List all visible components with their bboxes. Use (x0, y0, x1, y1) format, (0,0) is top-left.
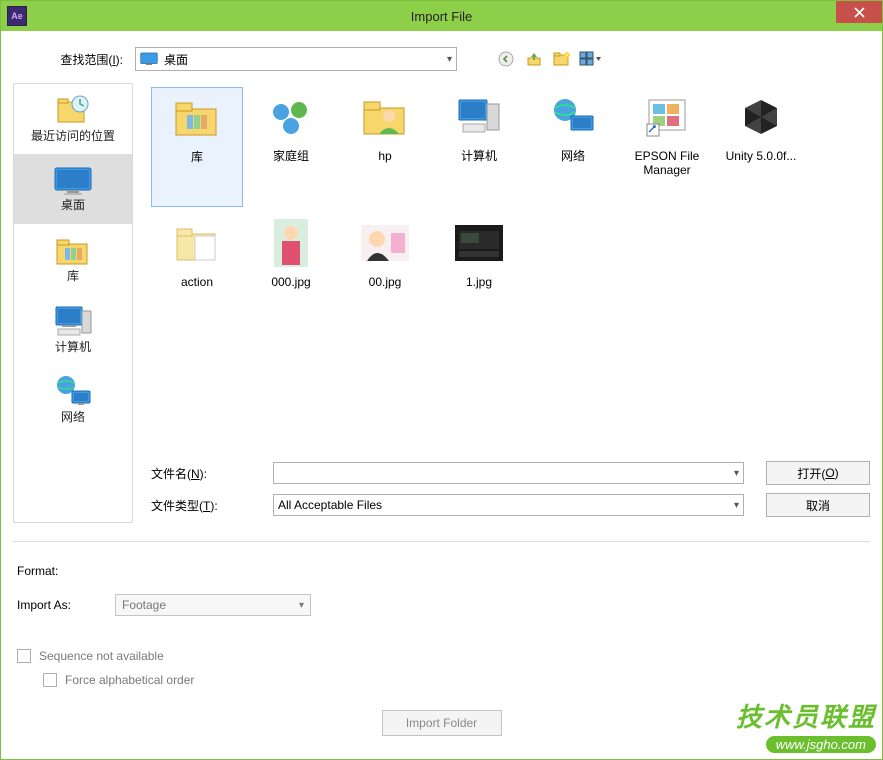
titlebar: Ae Import File (1, 1, 882, 31)
sidebar-item-label: 桌面 (61, 199, 85, 212)
file-label: 00.jpg (369, 275, 402, 289)
folder-icon (173, 97, 221, 139)
chevron-down-icon: ▾ (734, 500, 739, 511)
sequence-checkbox-row: Sequence not available (17, 644, 866, 668)
back-button[interactable] (495, 48, 517, 70)
file-item-libraries[interactable]: 库 (151, 87, 243, 207)
sidebar-item-label: 网络 (61, 411, 85, 424)
file-label: hp (378, 149, 391, 163)
file-label: action (181, 275, 213, 289)
file-item-1jpg[interactable]: 1.jpg (433, 213, 525, 333)
file-item-hp[interactable]: hp (339, 87, 431, 207)
close-icon (854, 7, 865, 18)
filename-input[interactable]: ▾ (273, 462, 744, 484)
sidebar-item-libraries[interactable]: 库 (14, 224, 132, 294)
user-folder-icon (361, 96, 409, 138)
computer-icon (455, 96, 503, 138)
sidebar-item-desktop[interactable]: 桌面 (14, 154, 132, 224)
file-item-homegroup[interactable]: 家庭组 (245, 87, 337, 207)
up-button[interactable] (523, 48, 545, 70)
filetype-combo[interactable]: All Acceptable Files▾ (273, 494, 744, 516)
file-item-epson[interactable]: EPSON File Manager (621, 87, 713, 207)
view-menu-button[interactable] (579, 48, 601, 70)
back-icon (498, 51, 514, 67)
format-label: Format: (17, 564, 115, 578)
new-folder-icon (553, 51, 571, 67)
sidebar-item-recent[interactable]: 最近访问的位置 (14, 84, 132, 154)
file-item-action[interactable]: action (151, 213, 243, 333)
file-item-unity[interactable]: Unity 5.0.0f... (715, 87, 807, 207)
libraries-icon (53, 234, 93, 268)
import-as-label: Import As: (17, 598, 115, 612)
watermark-title: 技术员联盟 (736, 697, 876, 734)
watermark: 技术员联盟 www.jsgho.com (736, 697, 876, 753)
file-item-network[interactable]: 网络 (527, 87, 619, 207)
filetype-label: 文件类型(T): (143, 497, 273, 514)
cancel-button[interactable]: 取消 (766, 493, 870, 517)
recent-icon (54, 94, 92, 128)
file-label: 库 (191, 150, 203, 164)
watermark-url: www.jsgho.com (766, 736, 876, 753)
alpha-label: Force alphabetical order (65, 673, 194, 687)
places-sidebar: 最近访问的位置 桌面 库 计算机 网络 (13, 83, 133, 523)
network-icon (549, 96, 597, 138)
new-folder-button[interactable] (551, 48, 573, 70)
alpha-checkbox[interactable] (43, 673, 57, 687)
sidebar-item-label: 最近访问的位置 (31, 130, 115, 143)
sidebar-item-computer[interactable]: 计算机 (14, 294, 132, 364)
file-label: 计算机 (461, 149, 497, 163)
file-item-00jpg[interactable]: 00.jpg (339, 213, 431, 333)
up-icon (526, 51, 542, 67)
shortcut-icon (643, 96, 691, 138)
open-button[interactable]: 打开(O) (766, 461, 870, 485)
computer-icon (52, 303, 94, 339)
homegroup-icon (267, 96, 315, 138)
window-title: Import File (411, 9, 472, 24)
file-label: Unity 5.0.0f... (726, 149, 797, 163)
file-label: 家庭组 (273, 149, 309, 163)
file-item-computer[interactable]: 计算机 (433, 87, 525, 207)
file-list[interactable]: 库 家庭组 hp 计算机 (143, 83, 870, 523)
close-button[interactable] (836, 1, 882, 23)
filename-label: 文件名(N): (143, 465, 273, 482)
image-icon (455, 225, 503, 261)
file-label: EPSON File Manager (621, 149, 713, 178)
lookin-label: 查找范围(I): (13, 51, 123, 68)
view-menu-icon (579, 51, 601, 67)
sidebar-item-label: 计算机 (55, 341, 91, 354)
file-label: 000.jpg (271, 275, 310, 289)
image-icon (361, 225, 409, 261)
chevron-down-icon: ▾ (447, 54, 452, 65)
import-folder-button[interactable]: Import Folder (382, 710, 502, 736)
folder-icon (173, 222, 221, 264)
image-icon (274, 219, 308, 267)
file-item-000jpg[interactable]: 000.jpg (245, 213, 337, 333)
chevron-down-icon: ▾ (299, 600, 304, 611)
chevron-down-icon: ▾ (734, 468, 739, 479)
import-as-combo[interactable]: Footage▾ (115, 594, 311, 616)
lookin-value: 桌面 (164, 51, 447, 68)
desktop-icon (140, 52, 158, 66)
desktop-icon (52, 165, 94, 197)
file-label: 1.jpg (466, 275, 492, 289)
sidebar-item-label: 库 (67, 270, 79, 283)
alpha-checkbox-row: Force alphabetical order (43, 668, 866, 692)
network-icon (52, 373, 94, 409)
file-label: 网络 (561, 149, 585, 163)
lookin-combo[interactable]: 桌面 ▾ (135, 47, 457, 71)
unity-icon (737, 96, 785, 138)
app-icon: Ae (7, 6, 27, 26)
sequence-label: Sequence not available (39, 649, 164, 663)
sequence-checkbox[interactable] (17, 649, 31, 663)
sidebar-item-network[interactable]: 网络 (14, 364, 132, 434)
